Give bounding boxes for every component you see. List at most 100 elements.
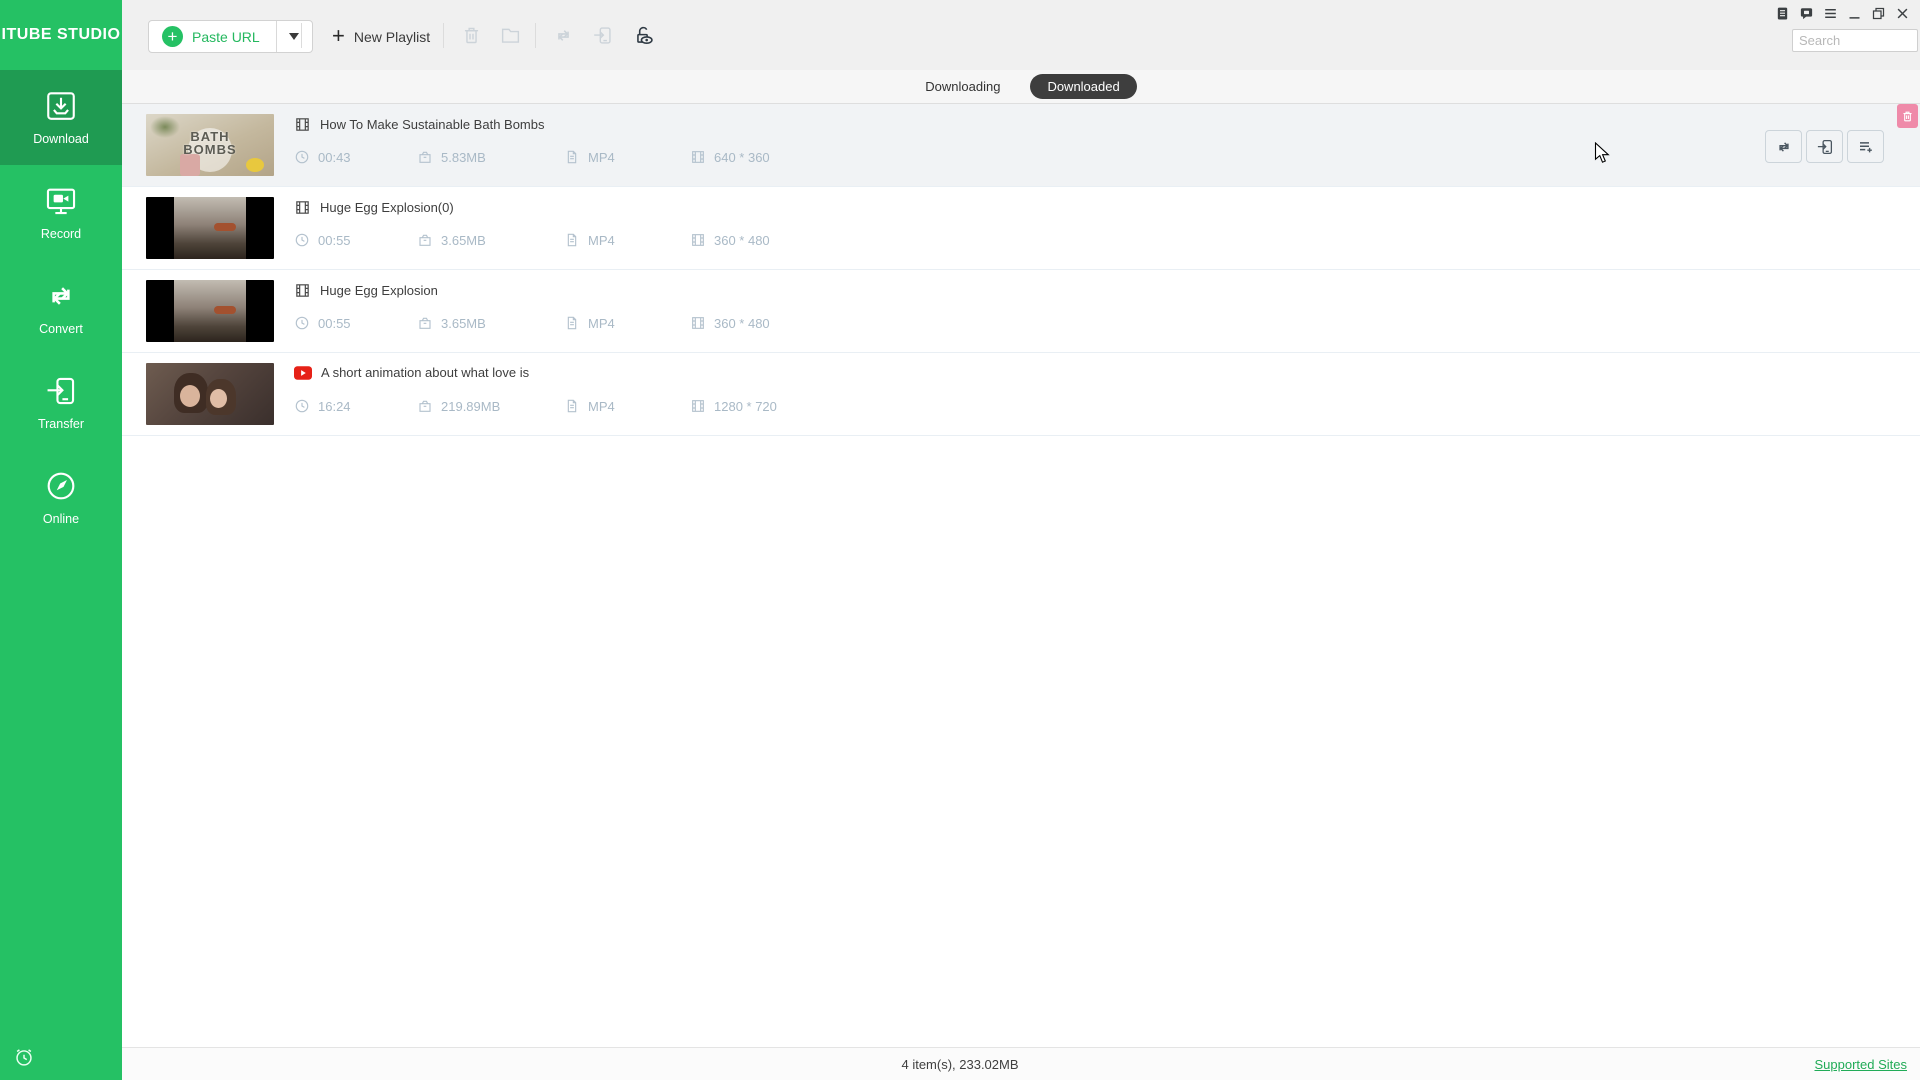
list-item[interactable]: A short animation about what love is 16:… bbox=[122, 353, 1920, 436]
feedback-icon[interactable] bbox=[1799, 6, 1814, 21]
sidebar-item-label: Convert bbox=[39, 322, 83, 336]
license-icon[interactable] bbox=[1775, 6, 1790, 21]
item-info: How To Make Sustainable Bath Bombs 00:43… bbox=[294, 104, 1720, 186]
thumbnail-decor bbox=[214, 223, 236, 231]
clock-icon bbox=[294, 232, 310, 248]
file-size-icon bbox=[417, 232, 433, 248]
sidebar-item-download[interactable]: Download bbox=[0, 70, 122, 165]
video-format: MP4 bbox=[588, 150, 615, 165]
video-resolution: 360 * 480 bbox=[714, 233, 770, 248]
paste-url-dropdown-button[interactable] bbox=[276, 21, 312, 52]
search-input[interactable] bbox=[1792, 29, 1918, 52]
video-duration: 00:55 bbox=[318, 233, 351, 248]
list-item[interactable]: Huge Egg Explosion(0) 00:55 3.65MB bbox=[122, 187, 1920, 270]
video-size: 219.89MB bbox=[441, 399, 500, 414]
sidebar-item-label: Transfer bbox=[38, 417, 84, 431]
video-resolution: 360 * 480 bbox=[714, 316, 770, 331]
sidebar-nav: Download Record Convert bbox=[0, 70, 122, 545]
youtube-icon bbox=[294, 366, 312, 380]
convert-loop-icon[interactable] bbox=[553, 25, 574, 46]
transfer-icon bbox=[44, 374, 78, 408]
toolbar-divider bbox=[443, 23, 444, 48]
video-title: Huge Egg Explosion(0) bbox=[320, 200, 454, 215]
thumbnail-decor bbox=[210, 389, 227, 408]
tab-downloaded[interactable]: Downloaded bbox=[1030, 74, 1136, 99]
resolution-icon bbox=[690, 315, 706, 331]
itube-studio-window: ITUBE STUDIO Download Record bbox=[0, 0, 1920, 1080]
folder-icon[interactable] bbox=[500, 25, 521, 46]
video-format: MP4 bbox=[588, 316, 615, 331]
video-format: MP4 bbox=[588, 233, 615, 248]
resolution-icon bbox=[690, 232, 706, 248]
video-duration: 16:24 bbox=[318, 399, 351, 414]
transfer-button[interactable] bbox=[1806, 130, 1843, 163]
new-playlist-button[interactable]: + New Playlist bbox=[332, 20, 430, 53]
private-mode-icon[interactable] bbox=[634, 25, 655, 46]
sidebar-item-convert[interactable]: Convert bbox=[0, 260, 122, 355]
resolution-icon bbox=[690, 398, 706, 414]
menu-icon[interactable] bbox=[1823, 6, 1838, 21]
toolbar: + Paste URL + New Playlist bbox=[122, 0, 1920, 70]
sidebar-item-transfer[interactable]: Transfer bbox=[0, 355, 122, 450]
thumbnail-decor bbox=[180, 154, 200, 176]
format-icon bbox=[564, 232, 580, 248]
list-item[interactable]: BATH BOMBS How To Make Sustainable Bath … bbox=[122, 104, 1920, 187]
close-icon[interactable] bbox=[1895, 6, 1910, 21]
resolution-icon bbox=[690, 149, 706, 165]
video-title: How To Make Sustainable Bath Bombs bbox=[320, 117, 545, 132]
film-icon bbox=[294, 199, 311, 216]
video-resolution: 640 * 360 bbox=[714, 150, 770, 165]
video-thumbnail[interactable] bbox=[146, 280, 274, 342]
export-device-icon bbox=[1816, 138, 1834, 156]
toolbar-divider bbox=[301, 23, 302, 48]
thumbnail-decor bbox=[214, 306, 236, 314]
new-playlist-label: New Playlist bbox=[354, 29, 430, 45]
paste-url-button[interactable]: + Paste URL bbox=[149, 21, 276, 52]
clock-icon bbox=[294, 315, 310, 331]
restore-icon[interactable] bbox=[1871, 6, 1886, 21]
format-icon bbox=[564, 315, 580, 331]
minimize-icon[interactable] bbox=[1847, 6, 1862, 21]
video-title: A short animation about what love is bbox=[321, 365, 529, 380]
main-area: + Paste URL + New Playlist bbox=[122, 0, 1920, 1080]
export-device-icon[interactable] bbox=[592, 25, 613, 46]
tab-bar: Downloading Downloaded bbox=[122, 70, 1920, 104]
download-list: BATH BOMBS How To Make Sustainable Bath … bbox=[122, 104, 1920, 436]
paste-url-label: Paste URL bbox=[192, 29, 260, 45]
plus-icon: + bbox=[162, 26, 183, 47]
convert-button[interactable] bbox=[1765, 130, 1802, 163]
video-size: 3.65MB bbox=[441, 233, 486, 248]
status-bar: 4 item(s), 233.02MB Supported Sites bbox=[122, 1047, 1920, 1080]
alarm-clock-icon[interactable] bbox=[13, 1046, 35, 1068]
thumbnail-decor bbox=[180, 385, 200, 407]
file-size-icon bbox=[417, 315, 433, 331]
supported-sites-link[interactable]: Supported Sites bbox=[1814, 1057, 1907, 1072]
sidebar-item-online[interactable]: Online bbox=[0, 450, 122, 545]
thumbnail-text: BATH BOMBS bbox=[146, 130, 274, 156]
convert-icon bbox=[44, 279, 78, 313]
convert-loop-icon bbox=[1775, 138, 1793, 156]
video-thumbnail[interactable] bbox=[146, 197, 274, 259]
sidebar: ITUBE STUDIO Download Record bbox=[0, 0, 122, 1080]
add-to-playlist-icon bbox=[1857, 138, 1875, 156]
tab-downloading[interactable]: Downloading bbox=[925, 79, 1000, 94]
file-size-icon bbox=[417, 149, 433, 165]
video-thumbnail[interactable]: BATH BOMBS bbox=[146, 114, 274, 176]
video-duration: 00:43 bbox=[318, 150, 351, 165]
add-to-playlist-button[interactable] bbox=[1847, 130, 1884, 163]
delete-icon[interactable] bbox=[461, 25, 482, 46]
format-icon bbox=[564, 149, 580, 165]
list-item[interactable]: Huge Egg Explosion 00:55 3.65MB bbox=[122, 270, 1920, 353]
delete-item-button[interactable] bbox=[1897, 104, 1918, 128]
item-info: Huge Egg Explosion 00:55 3.65MB bbox=[294, 270, 1720, 352]
sidebar-item-record[interactable]: Record bbox=[0, 165, 122, 260]
item-info: Huge Egg Explosion(0) 00:55 3.65MB bbox=[294, 187, 1720, 269]
file-size-icon bbox=[417, 398, 433, 414]
item-info: A short animation about what love is 16:… bbox=[294, 353, 1720, 435]
film-icon bbox=[294, 116, 311, 133]
plus-icon: + bbox=[332, 25, 345, 47]
sidebar-item-label: Record bbox=[41, 227, 81, 241]
video-duration: 00:55 bbox=[318, 316, 351, 331]
video-thumbnail[interactable] bbox=[146, 363, 274, 425]
delete-icon bbox=[1901, 110, 1914, 123]
